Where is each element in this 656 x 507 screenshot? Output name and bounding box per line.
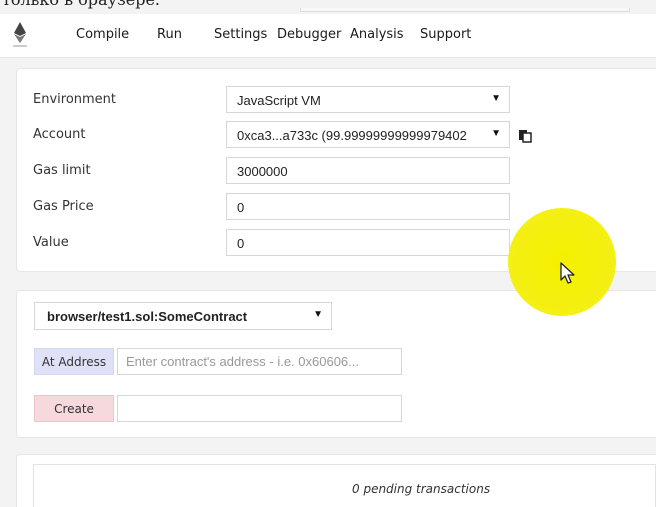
value-label: Value	[33, 235, 69, 250]
mouse-pointer-icon	[560, 262, 575, 284]
gas-limit-input[interactable]: 3000000	[226, 157, 510, 184]
contract-select-value: browser/test1.sol:SomeContract	[47, 309, 248, 324]
chevron-down-icon: ▼	[491, 93, 501, 104]
gas-limit-label: Gas limit	[33, 163, 91, 178]
account-value: 0xca3...a733c (99.99999999999979402	[237, 128, 467, 143]
ethereum-icon[interactable]	[12, 22, 28, 48]
gas-price-label: Gas Price	[33, 199, 94, 214]
tab-debugger[interactable]: Debugger	[277, 27, 341, 42]
constructor-args-input[interactable]	[117, 395, 402, 422]
tab-analysis[interactable]: Analysis	[350, 27, 404, 42]
chevron-down-icon: ▼	[491, 128, 501, 139]
contract-select[interactable]: browser/test1.sol:SomeContract ▼	[34, 302, 332, 330]
account-select[interactable]: 0xca3...a733c (99.99999999999979402 ▼	[226, 121, 510, 148]
account-label: Account	[33, 127, 86, 142]
environment-label: Environment	[33, 92, 117, 107]
tab-compile[interactable]: Compile	[76, 27, 129, 42]
tab-settings[interactable]: Settings	[214, 27, 267, 42]
top-strip-frame	[300, 8, 630, 12]
environment-select[interactable]: JavaScript VM ▼	[226, 86, 510, 113]
top-strip	[0, 0, 656, 14]
at-address-button[interactable]: At Address	[34, 348, 114, 375]
chevron-down-icon: ▼	[313, 309, 323, 320]
pending-transactions-box	[33, 464, 656, 507]
contract-address-input[interactable]	[117, 348, 402, 375]
tab-run[interactable]: Run	[157, 27, 182, 42]
tab-support[interactable]: Support	[420, 27, 471, 42]
pending-transactions-text: 0 pending transactions	[352, 482, 491, 496]
environment-value: JavaScript VM	[237, 93, 321, 108]
copy-icon[interactable]	[518, 129, 532, 143]
create-button[interactable]: Create	[34, 395, 114, 422]
top-navigation: Compile Run Settings Debugger Analysis S…	[0, 14, 656, 58]
value-input[interactable]: 0	[226, 229, 510, 256]
gas-price-input[interactable]: 0	[226, 193, 510, 220]
